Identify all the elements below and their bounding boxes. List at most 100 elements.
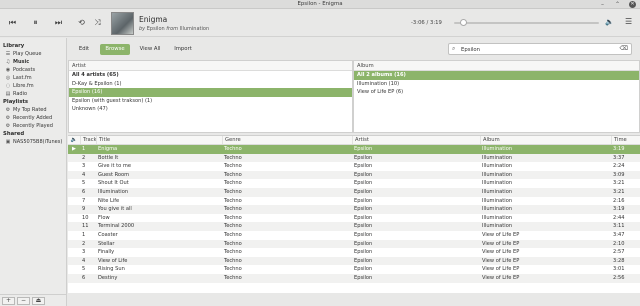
pause-icon[interactable]: ⏸ (30, 17, 41, 28)
cell-time: 3:19 (613, 206, 625, 213)
table-row[interactable]: 6 Illumination Techno Epsilon Illumination 3:… (68, 187, 640, 197)
playlist-item-recently-added[interactable]: ⚙ Recently Added (0, 114, 66, 122)
sidebar-item-podcasts[interactable]: ◉ Podcasts (0, 66, 66, 74)
table-row[interactable]: 5 Shout It Out Techno Epsilon Illumination 3:… (68, 179, 640, 188)
column-track[interactable]: Track (80, 136, 96, 144)
table-row[interactable]: ▶ 1 Enigma Techno Epsilon Illumination 3:19 (68, 145, 640, 154)
shared-heading: Shared (3, 131, 25, 137)
table-row[interactable]: 3 Give it to me Techno Epsilon Illumination 2… (68, 162, 640, 171)
player-bar: ⏮ ⏸ ⏭ ⟲ ⤨ Enigma by Epsilon from Illumin… (0, 9, 640, 37)
playlist-item-recently-played[interactable]: ⚙ Recently Played (0, 122, 66, 130)
radio-icon: ▤ (5, 91, 11, 97)
tab-import[interactable]: Import (169, 44, 197, 55)
column-album[interactable]: Album (480, 136, 611, 144)
shuffle-icon[interactable]: ⤨ (92, 17, 103, 28)
add-button[interactable]: + (2, 297, 15, 305)
maximize-icon[interactable]: ⌃ (614, 1, 621, 8)
cell-title: Give it to me (98, 163, 131, 170)
table-row[interactable]: 7 Nite Life Techno Epsilon Illumination 2:16 (68, 197, 640, 206)
clear-search-icon[interactable]: ⌫ (620, 45, 628, 52)
artist-list-item[interactable]: Unknown (47) (69, 105, 352, 114)
cell-artist: Epsilon (354, 154, 373, 161)
cell-title: Finally (98, 249, 115, 256)
volume-icon[interactable]: 🔈 (605, 18, 614, 26)
previous-track-icon[interactable]: ⏮ (7, 17, 18, 28)
sidebar-item-music[interactable]: ♫ Music (0, 58, 66, 66)
seek-knob[interactable] (459, 19, 467, 26)
cell-artist: Epsilon (354, 249, 373, 256)
cell-artist: Epsilon (354, 163, 373, 170)
cell-time: 3:11 (613, 223, 625, 230)
column-artist[interactable]: Artist (352, 136, 480, 144)
cell-album: Illumination (482, 214, 513, 221)
now-playing-title: Enigma (139, 15, 168, 24)
cell-album: Illumination (482, 223, 513, 230)
cell-title: Rising Sun (98, 266, 125, 273)
artist-list-item[interactable]: Epsilon (with guest trakson) (1) (69, 97, 352, 106)
table-row[interactable]: 4 View of Life Techno Epsilon View of Life E… (68, 256, 640, 266)
cell-title: You give it all (98, 206, 132, 213)
cell-album: Illumination (482, 206, 513, 213)
repeat-icon[interactable]: ⟲ (76, 17, 87, 28)
table-row[interactable]: 1 Coaster Techno Epsilon View of Life EP 3:47 (68, 231, 640, 240)
tab-browse[interactable]: Browse (100, 44, 130, 55)
cell-artist: Epsilon (354, 188, 373, 195)
sidebar-item-last-fm[interactable]: ◎ Last.fm (0, 74, 66, 82)
album-list-item[interactable]: View of Life EP (6) (354, 88, 639, 97)
artist-list-item[interactable]: All 4 artists (65) (69, 71, 352, 80)
table-row[interactable]: 5 Rising Sun Techno Epsilon View of Life EP 3… (68, 265, 640, 274)
sidebar-item-radio[interactable]: ▤ Radio (0, 90, 66, 98)
table-row[interactable]: 11 Terminal 2000 Techno Epsilon Illumination… (68, 222, 640, 231)
table-row[interactable]: 6 Destiny Techno Epsilon View of Life EP 2:56 (68, 273, 640, 283)
row-spacer (68, 197, 80, 206)
sidebar-item-libre-fm[interactable]: ◌ Libre.fm (0, 82, 66, 90)
cell-genre: Techno (224, 214, 242, 221)
cell-album: Illumination (482, 146, 513, 152)
sidebar-item-label: My Top Rated (13, 107, 47, 113)
column-genre[interactable]: Genre (222, 136, 352, 144)
table-row[interactable]: 4 Guest Room Techno Epsilon Illumination 3:09 (68, 170, 640, 180)
artist-list-item[interactable]: Epsilon (16) (69, 88, 352, 97)
minimize-icon[interactable]: – (599, 1, 606, 8)
column-title[interactable]: Title (96, 136, 222, 144)
search-input[interactable]: ⌕ Epsilon ⌫ (448, 43, 632, 55)
cell-artist: Epsilon (354, 206, 373, 213)
menu-icon[interactable]: ☰ (625, 17, 632, 26)
artist-list-item[interactable]: D-Kay & Epsilon (1) (69, 80, 352, 89)
cell-time: 2:57 (613, 249, 625, 256)
cell-track: 4 (82, 257, 86, 264)
table-row[interactable]: 9 You give it all Techno Epsilon Illuminatio… (68, 205, 640, 214)
table-row[interactable]: 10 Flow Techno Epsilon Illumination 2:44 (68, 214, 640, 223)
cell-time: 2:10 (613, 240, 625, 247)
album-list-item[interactable]: Illumination (10) (354, 80, 639, 89)
cell-album: Illumination (482, 180, 513, 187)
cell-genre: Techno (224, 197, 242, 204)
remove-button[interactable]: − (17, 297, 30, 305)
cell-album: Illumination (482, 154, 513, 161)
table-row[interactable]: 3 Finally Techno Epsilon View of Life EP 2:57 (68, 248, 640, 257)
cell-time: 2:16 (613, 197, 625, 204)
cell-track: 9 (82, 206, 86, 213)
close-icon[interactable]: ✕ (629, 1, 636, 8)
table-row[interactable]: 2 Bottle It Techno Epsilon Illumination 3:37 (68, 153, 640, 163)
search-value[interactable]: Epsilon (461, 47, 480, 53)
tab-view-all[interactable]: View All (135, 44, 165, 55)
cell-time: 3:37 (613, 154, 625, 161)
cell-time: 3:28 (613, 257, 625, 264)
cell-artist: Epsilon (354, 214, 373, 221)
playlist-item-my-top-rated[interactable]: ⚙ My Top Rated (0, 106, 66, 114)
cell-album: Illumination (482, 197, 513, 204)
sidebar-item-label: Recently Played (13, 123, 53, 129)
eject-button[interactable]: ⏏ (32, 297, 45, 305)
cell-title: Bottle It (98, 154, 119, 161)
speaker-column-icon[interactable]: 🔈 (68, 136, 80, 144)
seek-slider[interactable] (454, 19, 599, 26)
tab-edit[interactable]: Edit (72, 44, 96, 55)
table-row[interactable]: 2 Stellar Techno Epsilon View of Life EP 2:10 (68, 239, 640, 249)
sidebar-item-label: Libre.fm (13, 83, 34, 89)
column-time[interactable]: Time (611, 136, 640, 144)
album-list-item[interactable]: All 2 albums (16) (354, 71, 639, 80)
shared-item-nas5075b8-itunes-[interactable]: ▣ NAS5075B8(iTunes) (0, 138, 66, 146)
next-track-icon[interactable]: ⏭ (53, 17, 64, 28)
sidebar-item-play-queue[interactable]: ☰ Play Queue (0, 50, 66, 58)
